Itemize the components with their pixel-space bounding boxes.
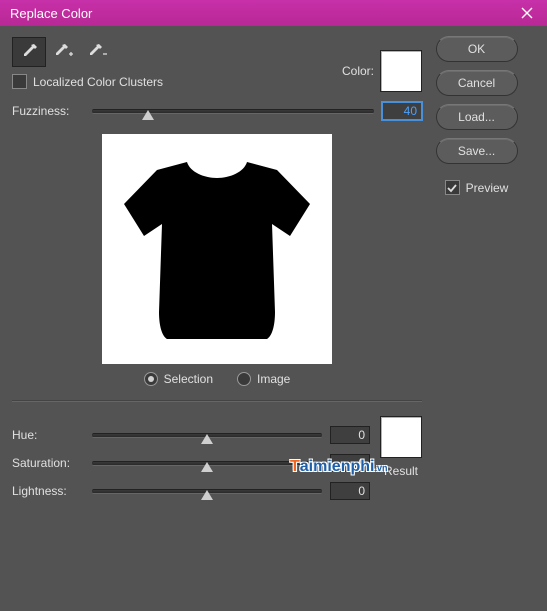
check-icon	[447, 183, 457, 193]
radio-dot-icon	[144, 372, 158, 386]
localized-checkbox[interactable]	[12, 74, 27, 89]
saturation-label: Saturation:	[12, 456, 84, 470]
slider-thumb[interactable]	[201, 490, 213, 500]
lightness-label: Lightness:	[12, 484, 84, 498]
eyedropper-subtract-button[interactable]	[80, 37, 114, 67]
eyedropper-minus-icon	[86, 42, 108, 62]
close-button[interactable]	[507, 0, 547, 26]
preview-label: Preview	[466, 181, 509, 195]
result-label: Result	[384, 464, 418, 478]
lightness-slider[interactable]	[92, 484, 322, 498]
saturation-input[interactable]	[330, 454, 370, 472]
radio-image[interactable]: Image	[237, 372, 290, 386]
radio-dot-icon	[237, 372, 251, 386]
eyedropper-button[interactable]	[12, 37, 46, 67]
tshirt-silhouette	[112, 144, 322, 354]
fuzziness-label: Fuzziness:	[12, 104, 84, 118]
color-label: Color:	[342, 64, 374, 78]
separator	[12, 400, 422, 402]
save-button[interactable]: Save...	[436, 138, 518, 164]
close-icon	[521, 7, 533, 19]
fuzziness-input[interactable]	[382, 102, 422, 120]
load-button[interactable]: Load...	[436, 104, 518, 130]
fuzziness-slider[interactable]	[92, 104, 374, 118]
slider-thumb[interactable]	[201, 462, 213, 472]
slider-thumb[interactable]	[142, 110, 154, 120]
dialog-title: Replace Color	[10, 6, 92, 21]
title-bar: Replace Color	[0, 0, 547, 26]
hue-input[interactable]	[330, 426, 370, 444]
radio-selection[interactable]: Selection	[144, 372, 213, 386]
radio-selection-label: Selection	[164, 372, 213, 386]
hue-label: Hue:	[12, 428, 84, 442]
preview-checkbox-row[interactable]: Preview	[445, 180, 509, 195]
lightness-input[interactable]	[330, 482, 370, 500]
eyedropper-plus-icon	[52, 42, 74, 62]
hue-slider[interactable]	[92, 428, 322, 442]
eyedropper-icon	[19, 42, 39, 62]
selection-preview	[102, 134, 332, 364]
radio-image-label: Image	[257, 372, 290, 386]
preview-mode-radios: Selection Image	[12, 372, 422, 386]
slider-track	[92, 109, 374, 114]
ok-button[interactable]: OK	[436, 36, 518, 62]
cancel-label: Cancel	[458, 76, 495, 90]
save-label: Save...	[458, 144, 495, 158]
eyedropper-tools	[12, 36, 163, 68]
localized-checkbox-row[interactable]: Localized Color Clusters	[12, 74, 163, 89]
result-color-swatch[interactable]	[380, 416, 422, 458]
localized-label: Localized Color Clusters	[33, 75, 163, 89]
load-label: Load...	[458, 110, 495, 124]
eyedropper-add-button[interactable]	[46, 37, 80, 67]
saturation-slider[interactable]	[92, 456, 322, 470]
slider-thumb[interactable]	[201, 434, 213, 444]
cancel-button[interactable]: Cancel	[436, 70, 518, 96]
source-color-swatch[interactable]	[380, 50, 422, 92]
preview-checkbox[interactable]	[445, 180, 460, 195]
ok-label: OK	[468, 42, 485, 56]
